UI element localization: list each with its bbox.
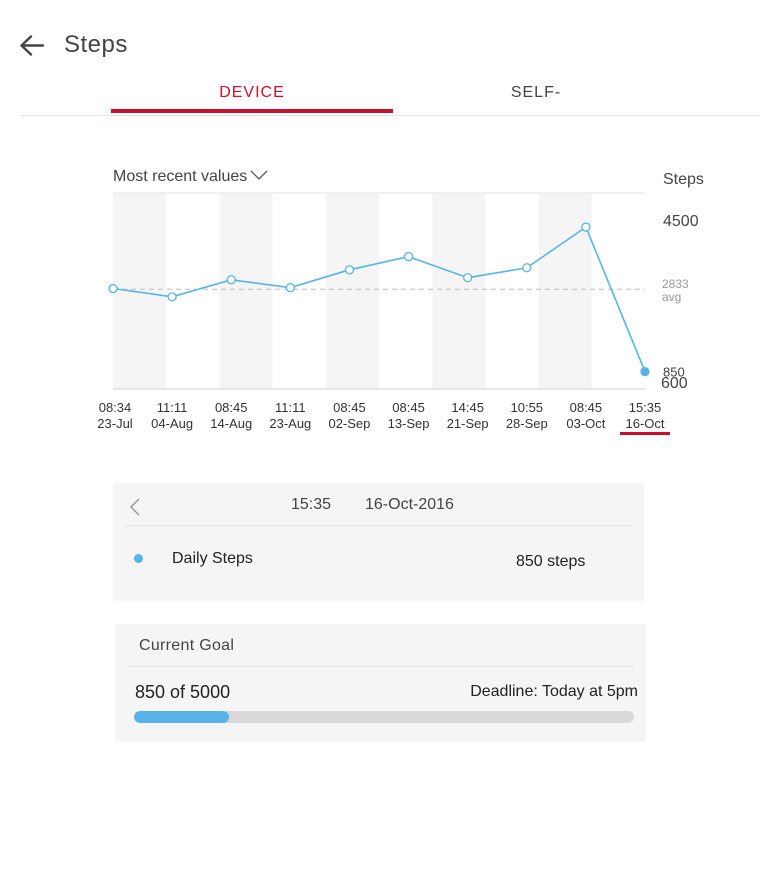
average-sub-label: avg <box>662 290 681 304</box>
header: Steps <box>0 0 780 80</box>
data-point <box>522 263 532 273</box>
reading-date: 16-Oct-2016 <box>365 496 454 513</box>
x-tick-date: 16-Oct <box>625 416 664 431</box>
x-tick-date: 03-Oct <box>566 416 605 431</box>
data-point <box>640 366 650 377</box>
tab-self[interactable]: SELF- <box>393 78 679 112</box>
x-tick-time: 08:45 <box>215 400 248 415</box>
tab-device[interactable]: DEVICE <box>111 78 393 113</box>
y-tick-label: 4500 <box>663 213 699 230</box>
data-point <box>226 275 236 285</box>
x-tick-date: 21-Sep <box>447 416 489 431</box>
x-tick-time: 14:45 <box>451 400 484 415</box>
reading-detail-card: 15:35 16-Oct-2016 Daily Steps 850 steps <box>113 483 644 601</box>
values-filter-label: Most recent values <box>113 168 248 186</box>
x-tick-date: 04-Aug <box>151 416 193 431</box>
chart-band <box>219 193 273 389</box>
selected-point-underline <box>620 432 670 435</box>
x-tick-date: 02-Sep <box>328 416 370 431</box>
goal-progress-text: 850 of 5000 <box>135 682 231 702</box>
previous-reading-button[interactable] <box>125 495 145 519</box>
x-tick-date: 23-Jul <box>97 416 133 431</box>
steps-chart-canvas: 2833avg450060085008:3423-Jul11:1104-Aug0… <box>97 192 699 435</box>
divider <box>127 666 634 667</box>
x-tick-time: 08:34 <box>99 400 132 415</box>
x-tick-time: 08:45 <box>570 400 603 415</box>
arrow-left-icon <box>20 35 45 56</box>
steps-chart: 2833 avg 4500 600 850 08:34 23-Jul 11:11 04-Aug 0… <box>0 160 780 450</box>
goal-progress-fill <box>134 711 229 723</box>
reading-label: Daily Steps <box>172 550 253 567</box>
x-tick-time: 08:45 <box>392 400 425 415</box>
x-tick-time: 11:11 <box>157 400 188 415</box>
data-point <box>463 273 473 283</box>
x-tick-time: 08:45 <box>333 400 366 415</box>
x-tick-time: 15:35 <box>629 400 662 415</box>
data-point <box>108 283 118 294</box>
chart-band <box>432 193 486 389</box>
data-point <box>285 283 295 293</box>
values-filter-dropdown[interactable]: Most recent values <box>113 168 269 186</box>
chevron-left-icon <box>129 498 140 516</box>
chart-band <box>538 193 592 389</box>
series-dot-icon <box>134 554 143 563</box>
last-value-label: 850 <box>663 365 685 380</box>
chart-band <box>325 193 379 389</box>
goal-deadline: Deadline: Today at 5pm <box>470 683 638 700</box>
goal-title: Current Goal <box>139 637 235 654</box>
tab-bar: DEVICE SELF- <box>20 78 760 116</box>
divider <box>125 525 632 526</box>
page-title: Steps <box>64 31 128 58</box>
x-tick-date: 14-Aug <box>210 416 252 431</box>
data-point <box>403 251 414 262</box>
x-tick-time: 10:55 <box>511 400 544 415</box>
chart-band <box>113 193 167 389</box>
x-tick-date: 13-Sep <box>388 416 430 431</box>
average-value-label: 2833 <box>662 277 689 291</box>
data-point <box>344 265 355 275</box>
chevron-down-icon <box>249 168 269 186</box>
x-tick-time: 11:11 <box>275 400 306 415</box>
reading-value: 850 steps <box>516 553 586 570</box>
back-button[interactable] <box>16 30 48 62</box>
y-axis-title: Steps <box>663 171 704 188</box>
reading-time: 15:35 <box>291 496 332 513</box>
x-tick-date: 23-Aug <box>269 416 311 431</box>
x-tick-date: 28-Sep <box>506 416 548 431</box>
data-point <box>167 292 177 302</box>
data-point <box>581 222 591 232</box>
goal-progress-bar <box>134 711 634 723</box>
goal-card: Current Goal 850 of 5000 Deadline: Today… <box>115 624 646 742</box>
